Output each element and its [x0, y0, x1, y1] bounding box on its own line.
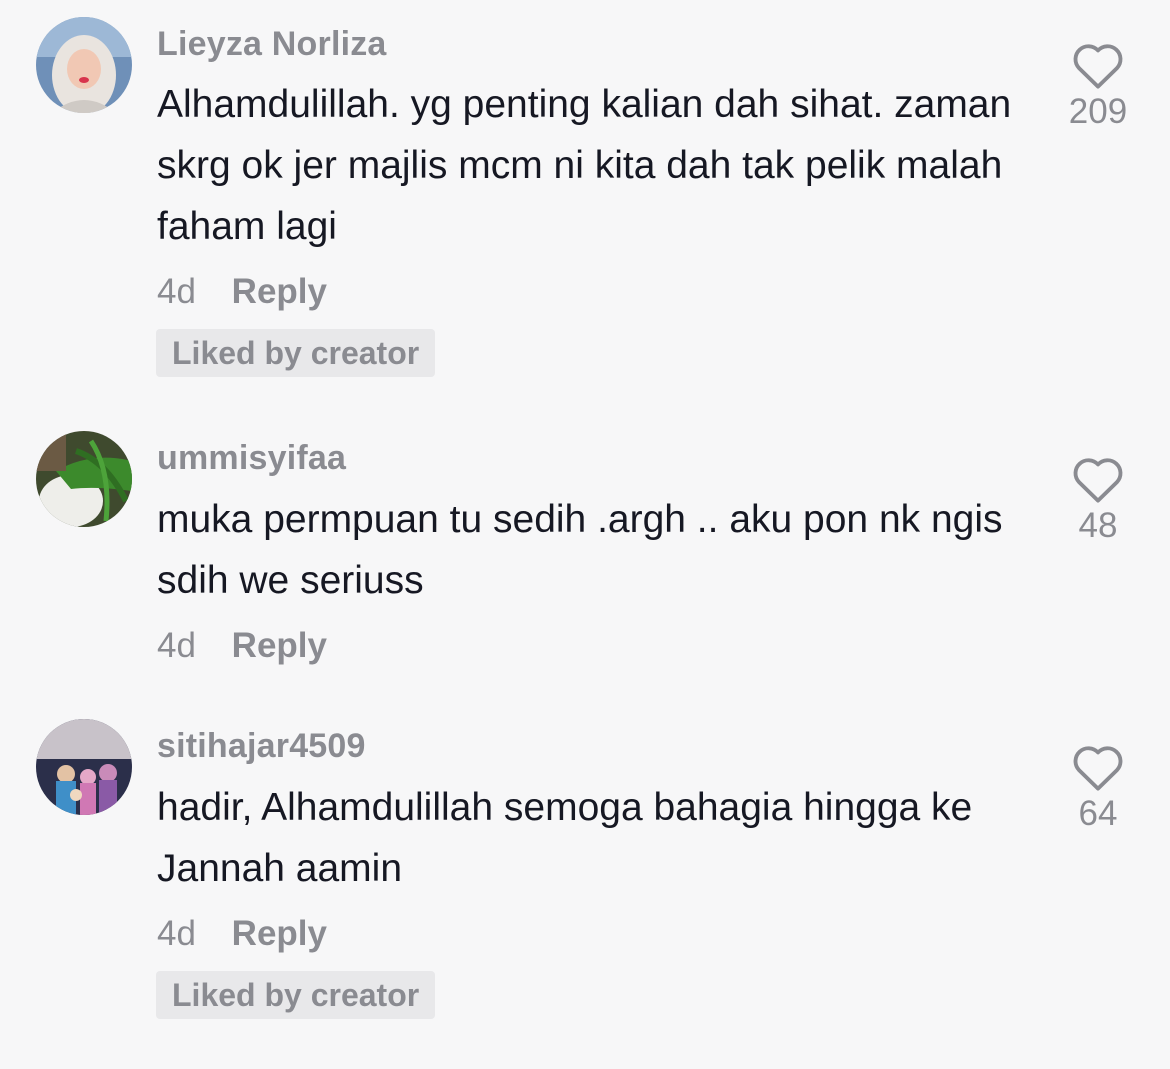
comment-meta: 4d Reply: [157, 914, 327, 954]
comment-username[interactable]: Lieyza Norliza: [157, 25, 387, 64]
like-button[interactable]: 64: [1058, 742, 1138, 834]
heart-outline-icon: [1073, 44, 1123, 89]
avatar-image: [36, 431, 132, 527]
comment-time: 4d: [157, 272, 196, 311]
avatar-image: [36, 719, 132, 815]
liked-by-creator-badge: Liked by creator: [156, 329, 436, 377]
like-count: 209: [1068, 92, 1128, 131]
like-button[interactable]: 48: [1058, 454, 1138, 546]
comment-text: muka permpuan tu sedih .argh .. aku pon …: [157, 498, 1003, 602]
comment-meta: 4d Reply: [157, 272, 327, 312]
comment-time: 4d: [157, 914, 196, 953]
heart-outline-icon: [1073, 458, 1123, 503]
avatar[interactable]: [36, 719, 132, 815]
heart-outline-icon: [1073, 746, 1123, 791]
like-count: 64: [1078, 794, 1118, 833]
comment-username[interactable]: ummisyifaa: [157, 439, 346, 478]
liked-by-creator-badge: Liked by creator: [156, 971, 436, 1019]
comment-meta: 4d Reply: [157, 626, 327, 666]
comment-text: hadir, Alhamdulillah semoga bahagia hing…: [157, 786, 973, 890]
reply-button[interactable]: Reply: [232, 626, 327, 666]
comment-text: Alhamdulillah. yg penting kalian dah sih…: [157, 83, 1012, 248]
comment-time: 4d: [157, 626, 196, 665]
like-button[interactable]: 209: [1058, 40, 1138, 132]
reply-button[interactable]: Reply: [232, 272, 327, 312]
avatar[interactable]: [36, 431, 132, 527]
reply-button[interactable]: Reply: [232, 914, 327, 954]
avatar[interactable]: [36, 17, 132, 113]
comment-username[interactable]: sitihajar4509: [157, 727, 366, 766]
comment-list: Lieyza Norliza Alhamdulillah. yg penting…: [0, 0, 1170, 1069]
like-count: 48: [1078, 506, 1118, 545]
avatar-image: [36, 17, 132, 113]
